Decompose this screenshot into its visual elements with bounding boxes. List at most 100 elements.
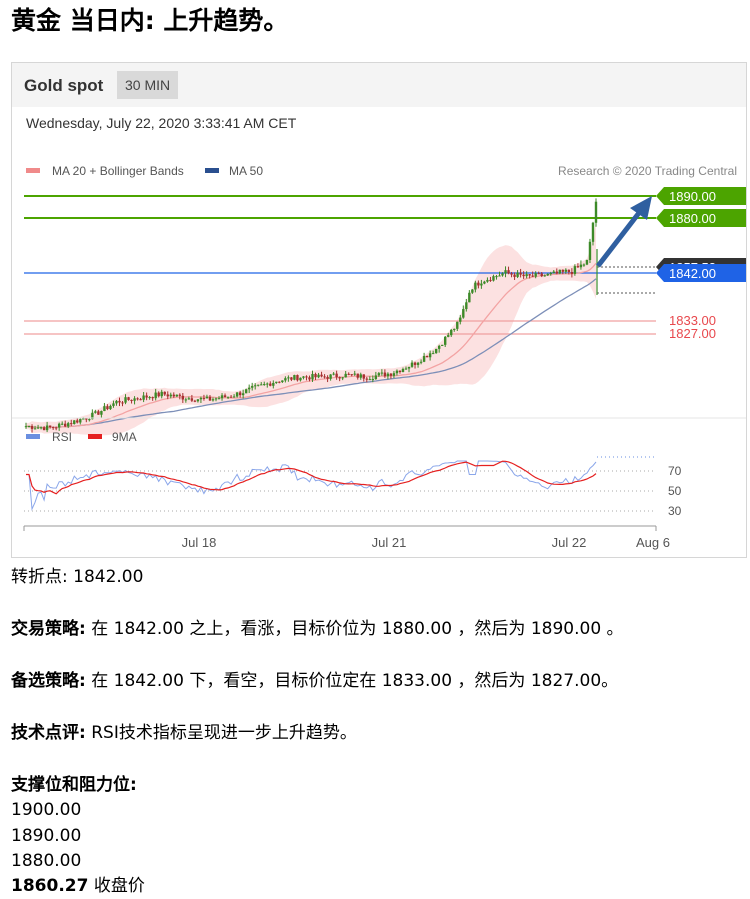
candle-body xyxy=(172,394,175,397)
candle-body xyxy=(495,276,498,278)
candle-body xyxy=(136,398,139,400)
candle-body xyxy=(368,379,372,381)
candle-body xyxy=(422,356,426,362)
candle-body xyxy=(235,392,239,397)
candle-body xyxy=(489,279,492,281)
candle-body xyxy=(347,373,350,375)
candle-body xyxy=(160,391,163,397)
candle-body xyxy=(317,374,320,378)
candle-body xyxy=(338,377,341,379)
candle-body xyxy=(169,394,172,397)
candle-body xyxy=(480,283,483,286)
candle-body xyxy=(419,361,423,363)
candle-body xyxy=(205,396,209,399)
candle-body xyxy=(401,368,405,373)
candle-body xyxy=(57,423,61,428)
rsi-tick-50: 50 xyxy=(668,484,682,498)
candle-body xyxy=(398,370,402,373)
candle-body xyxy=(133,398,136,401)
candle-body xyxy=(121,402,124,404)
candle-body xyxy=(24,426,28,428)
candle-body xyxy=(157,392,160,397)
candle-body xyxy=(549,273,552,275)
candle-body xyxy=(323,376,326,378)
candle-body xyxy=(27,425,31,427)
candle-body xyxy=(48,425,52,428)
candle-body xyxy=(567,269,571,273)
candle-body xyxy=(582,264,586,266)
close-price-line: 1860.27 收盘价 xyxy=(11,873,145,899)
candle-body xyxy=(525,274,528,277)
candle-body xyxy=(238,392,242,396)
candle-body xyxy=(187,398,191,400)
level-item: 1880.00 xyxy=(11,851,82,871)
candle-body xyxy=(202,397,206,399)
candle-body xyxy=(275,381,278,383)
candle-body xyxy=(380,372,384,374)
candle-body xyxy=(371,379,375,381)
candle-body xyxy=(404,368,408,370)
tech-comment-body: RSI技术指标呈现进一步上升趋势。 xyxy=(91,723,357,743)
rsi-legend-label: RSI xyxy=(52,430,72,444)
ma20-legend-swatch xyxy=(26,168,40,173)
candle-body xyxy=(392,373,396,376)
candle-body xyxy=(199,397,203,400)
candle-body xyxy=(308,377,311,380)
candle-body xyxy=(389,373,393,376)
target2-tag: 1890.00 xyxy=(656,187,746,205)
candle-body xyxy=(302,376,305,378)
candle-body xyxy=(305,376,308,378)
candle-body xyxy=(540,273,543,277)
candle-body xyxy=(260,384,263,386)
pivot-label: 转折点: xyxy=(11,567,68,587)
candle-body xyxy=(585,259,589,265)
candle-body xyxy=(576,266,580,268)
candle-body xyxy=(456,321,459,329)
candle-body xyxy=(492,276,495,281)
candle-body xyxy=(30,425,34,429)
candle-body xyxy=(85,418,88,420)
candle-body xyxy=(588,241,592,260)
target1-tag: 1880.00 xyxy=(656,209,746,227)
tech-comment-text: 技术点评: RSI技术指标呈现进一步上升趋势。 xyxy=(11,720,357,746)
pivot-tag: 1842.00 xyxy=(656,264,746,282)
level-item: 1900.00 xyxy=(11,800,82,820)
candle-body xyxy=(341,377,344,379)
candle-body xyxy=(266,383,269,385)
candle-body xyxy=(166,394,169,397)
ma50-legend-label: MA 50 xyxy=(229,164,263,178)
candle-body xyxy=(468,292,471,303)
candle-body xyxy=(214,398,218,400)
chart-widget: Gold spot 30 MIN Wednesday, July 22, 202… xyxy=(11,62,747,558)
candle-body xyxy=(437,345,441,349)
close-price-value: 1860.27 xyxy=(11,876,89,896)
strategy-body: 在 1842.00 之上，看涨，目标价位为 1880.00 ，然后为 1890.… xyxy=(91,619,624,639)
candle-body xyxy=(67,423,70,427)
strategy-label: 交易策略: xyxy=(11,619,86,639)
candle-body xyxy=(109,405,112,410)
candle-body xyxy=(269,383,272,386)
candle-body xyxy=(272,382,275,386)
candle-body xyxy=(196,399,200,402)
candle-body xyxy=(247,387,251,390)
candle-body xyxy=(564,269,568,272)
rsi-line xyxy=(26,460,597,511)
candle-body xyxy=(314,373,317,378)
level-item: 1890.00 xyxy=(11,826,82,846)
candle-body xyxy=(431,353,435,355)
candle-body xyxy=(428,353,432,358)
tech-comment-label: 技术点评: xyxy=(11,723,86,743)
candle-body xyxy=(97,411,100,415)
close-price-label: 收盘价 xyxy=(93,876,145,896)
candle-body xyxy=(290,377,293,380)
ma50-legend-swatch xyxy=(205,168,219,173)
candle-body xyxy=(450,329,453,336)
candle-body xyxy=(148,397,151,399)
page-title: 黄金 当日内: 上升趋势。 xyxy=(11,6,289,35)
candle-body xyxy=(217,398,221,400)
candle-body xyxy=(106,406,109,410)
candle-body xyxy=(287,377,290,379)
candle-body xyxy=(184,399,188,401)
pivot-value: 1842.00 xyxy=(73,567,144,587)
candle-body xyxy=(100,411,103,415)
